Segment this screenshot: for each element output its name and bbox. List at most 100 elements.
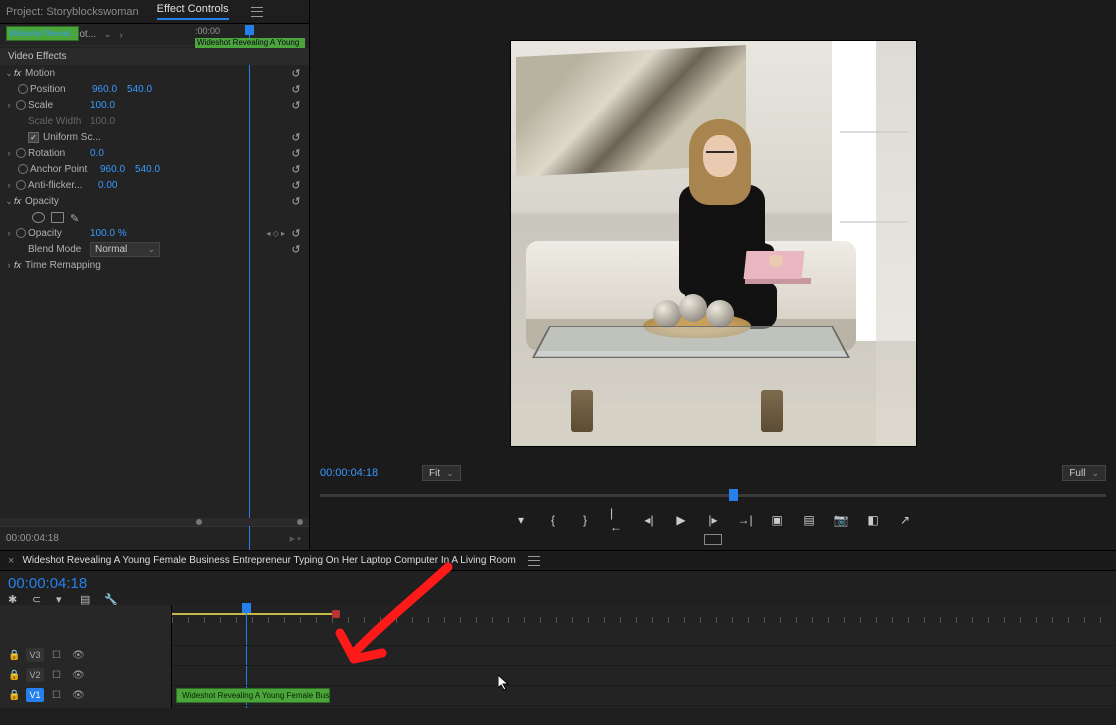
time-remapping-row[interactable]: › fx Time Remapping bbox=[0, 257, 309, 273]
lift-icon[interactable]: ▣ bbox=[770, 513, 784, 527]
marker-tool-icon[interactable]: ▾ bbox=[56, 593, 68, 605]
play-icon[interactable]: ▶ bbox=[674, 513, 688, 527]
track-visibility-icon[interactable]: 👁 bbox=[72, 690, 84, 701]
timeline-clip[interactable]: Wideshot Revealing A Young Female Bus bbox=[176, 688, 330, 703]
rotation-value[interactable]: 0.0 bbox=[90, 148, 104, 159]
program-scrub-thumb[interactable] bbox=[729, 489, 738, 501]
disclosure-icon[interactable]: › bbox=[4, 180, 14, 190]
step-forward-icon[interactable]: |▸ bbox=[706, 513, 720, 527]
motion-effect-row[interactable]: ⌄ fx Motion ↺ bbox=[0, 65, 309, 81]
program-monitor-viewport[interactable] bbox=[511, 41, 916, 446]
track-target-v3[interactable]: V3 bbox=[26, 648, 44, 662]
timeline-track-area[interactable]: Wideshot Revealing A Young Female Bus bbox=[172, 605, 1116, 708]
source-clip-link[interactable]: Wideshot Reveal... bbox=[6, 26, 79, 41]
ellipse-mask-icon[interactable] bbox=[32, 212, 45, 223]
position-x-value[interactable]: 960.0 bbox=[92, 84, 117, 95]
sequence-tab-name[interactable]: Wideshot Revealing A Young Female Busine… bbox=[22, 555, 515, 566]
stopwatch-icon[interactable] bbox=[18, 164, 28, 174]
track-target-v2[interactable]: V2 bbox=[26, 668, 44, 682]
wrench-icon[interactable]: 🔧 bbox=[104, 593, 116, 605]
track-target-v1[interactable]: V1 bbox=[26, 688, 44, 702]
safe-margins-icon[interactable] bbox=[704, 534, 722, 545]
track-v1-lane[interactable]: Wideshot Revealing A Young Female Bus bbox=[172, 685, 1116, 705]
reset-icon[interactable]: ↺ bbox=[289, 195, 303, 207]
reset-icon[interactable]: ↺ bbox=[289, 179, 303, 191]
go-to-out-icon[interactable]: →| bbox=[738, 513, 752, 527]
position-y-value[interactable]: 540.0 bbox=[127, 84, 152, 95]
zoom-fit-select[interactable]: Fit⌄ bbox=[422, 465, 461, 481]
track-header-v2[interactable]: 🔒 V2 ☐ 👁 bbox=[0, 665, 171, 685]
track-v2-lane[interactable] bbox=[172, 665, 1116, 685]
panel-menu-icon[interactable] bbox=[251, 7, 263, 17]
program-scrub-bar[interactable] bbox=[320, 486, 1106, 506]
keyframe-nav-icon[interactable]: ◂ ◇ ▸ bbox=[266, 229, 285, 238]
mark-in-icon[interactable]: { bbox=[546, 513, 560, 527]
track-v3-lane[interactable] bbox=[172, 645, 1116, 665]
sync-lock-icon[interactable]: ☐ bbox=[52, 690, 64, 701]
antiflicker-value[interactable]: 0.00 bbox=[98, 180, 117, 191]
reset-icon[interactable]: ↺ bbox=[289, 99, 303, 111]
uniform-scale-checkbox[interactable]: ✓ bbox=[28, 132, 39, 143]
mark-out-icon[interactable]: } bbox=[578, 513, 592, 527]
opacity-value[interactable]: 100.0 % bbox=[90, 228, 127, 239]
stopwatch-icon[interactable] bbox=[16, 228, 26, 238]
anchor-y-value[interactable]: 540.0 bbox=[135, 164, 160, 175]
reset-icon[interactable]: ↺ bbox=[289, 83, 303, 95]
comparison-view-icon[interactable]: ◧ bbox=[866, 513, 880, 527]
disclosure-icon[interactable]: › bbox=[4, 260, 14, 270]
track-header-v3[interactable]: 🔒 V3 ☐ 👁 bbox=[0, 645, 171, 665]
stopwatch-icon[interactable] bbox=[16, 100, 26, 110]
blend-mode-select[interactable]: Normal⌄ bbox=[90, 242, 160, 257]
lock-icon[interactable]: 🔒 bbox=[8, 690, 18, 701]
work-area-end-icon[interactable] bbox=[332, 610, 340, 618]
stopwatch-icon[interactable] bbox=[16, 180, 26, 190]
panel-menu-icon[interactable] bbox=[528, 556, 540, 566]
disclosure-icon[interactable]: › bbox=[4, 148, 14, 158]
close-sequence-icon[interactable]: × bbox=[8, 555, 14, 567]
track-visibility-icon[interactable]: 👁 bbox=[72, 650, 84, 661]
extract-icon[interactable]: ▤ bbox=[802, 513, 816, 527]
snap-icon[interactable]: ✱ bbox=[8, 593, 20, 605]
reset-icon[interactable]: ↺ bbox=[289, 67, 303, 79]
stopwatch-icon[interactable] bbox=[18, 84, 28, 94]
anchor-x-value[interactable]: 960.0 bbox=[100, 164, 125, 175]
disclosure-icon[interactable]: › bbox=[4, 228, 14, 238]
effect-mini-timeline[interactable]: :00:00 Wideshot Revealing A Young bbox=[195, 26, 310, 44]
pen-mask-icon[interactable]: ✎ bbox=[70, 212, 83, 223]
track-visibility-icon[interactable]: 👁 bbox=[72, 670, 84, 681]
settings-icon[interactable]: ▤ bbox=[80, 593, 92, 605]
sync-lock-icon[interactable]: ☐ bbox=[52, 650, 64, 661]
playback-resolution-select[interactable]: Full⌄ bbox=[1062, 465, 1106, 481]
export-frame-icon[interactable]: 📷 bbox=[834, 513, 848, 527]
disclosure-icon[interactable]: ⌄ bbox=[4, 196, 14, 207]
disclosure-icon[interactable]: › bbox=[4, 100, 14, 110]
reset-icon[interactable]: ↺ bbox=[289, 227, 303, 239]
go-to-in-icon[interactable]: |← bbox=[610, 513, 624, 527]
sync-lock-icon[interactable]: ☐ bbox=[52, 670, 64, 681]
button-editor-icon[interactable]: ↗ bbox=[898, 513, 912, 527]
reset-icon[interactable]: ↺ bbox=[289, 243, 303, 255]
track-a1-lane[interactable] bbox=[172, 705, 1116, 725]
rectangle-mask-icon[interactable] bbox=[51, 212, 64, 223]
linked-selection-icon[interactable]: ⊂ bbox=[32, 593, 44, 605]
opacity-effect-row[interactable]: ⌄ fx Opacity ↺ bbox=[0, 193, 309, 209]
program-timecode[interactable]: 00:00:04:18 bbox=[320, 467, 410, 479]
stopwatch-icon[interactable] bbox=[16, 148, 26, 158]
disclosure-icon[interactable]: ⌄ bbox=[4, 68, 14, 79]
step-back-icon[interactable]: ◂| bbox=[642, 513, 656, 527]
fx-badge-icon[interactable]: fx bbox=[14, 68, 21, 78]
lock-icon[interactable]: 🔒 bbox=[8, 650, 18, 661]
add-marker-icon[interactable]: ▾ bbox=[514, 513, 528, 527]
reset-icon[interactable]: ↺ bbox=[289, 163, 303, 175]
project-tab[interactable]: Project: Storyblockswoman bbox=[6, 6, 139, 18]
timeline-ruler[interactable] bbox=[172, 605, 1116, 623]
reset-icon[interactable]: ↺ bbox=[289, 131, 303, 143]
effect-controls-timecode[interactable]: 00:00:04:18 bbox=[6, 533, 59, 544]
zoom-scroll-icon[interactable]: ▸▪ bbox=[290, 532, 303, 545]
scale-value[interactable]: 100.0 bbox=[90, 100, 115, 111]
effect-controls-tab[interactable]: Effect Controls bbox=[157, 3, 229, 20]
fx-badge-icon[interactable]: fx bbox=[14, 196, 21, 206]
reset-icon[interactable]: ↺ bbox=[289, 147, 303, 159]
track-header-v1[interactable]: 🔒 V1 ☐ 👁 bbox=[0, 685, 171, 705]
mini-playhead[interactable] bbox=[245, 25, 254, 35]
